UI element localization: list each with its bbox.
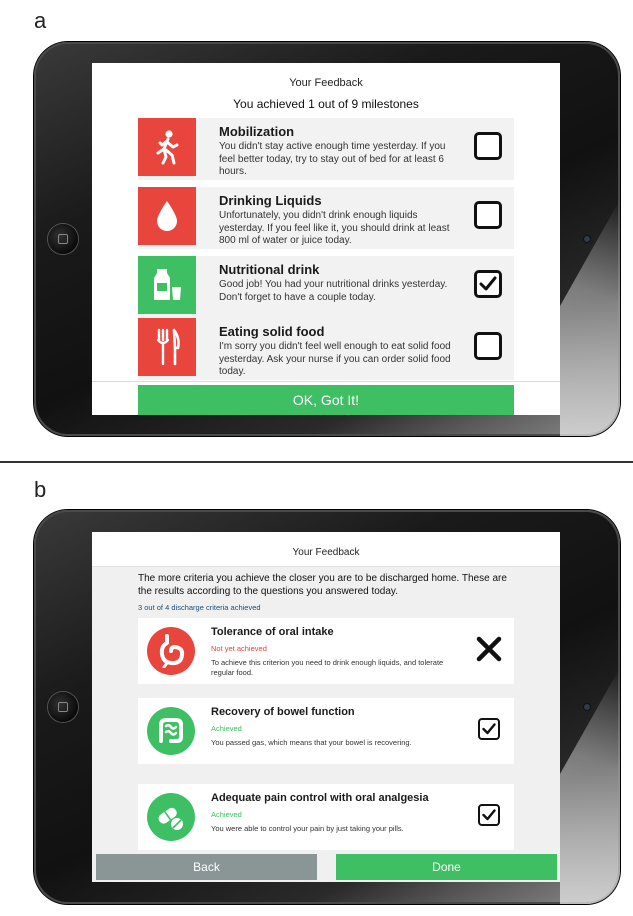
milestone-checkbox[interactable] — [474, 332, 502, 360]
footer-divider — [92, 381, 560, 382]
criteria-count: 3 out of 4 discharge criteria achieved — [138, 603, 261, 612]
milestone-card-eating-solid-food: Eating solid food I'm sorry you didn't f… — [138, 318, 514, 380]
camera-icon — [584, 704, 590, 710]
status-badge: Achieved — [211, 724, 242, 733]
panel-divider — [0, 461, 633, 463]
criterion-checkbox[interactable] — [478, 804, 500, 826]
camera-icon — [584, 236, 590, 242]
milestone-checkbox[interactable] — [474, 201, 502, 229]
back-button[interactable]: Back — [96, 854, 317, 880]
intro-text: The more criteria you achieve the closer… — [138, 573, 507, 597]
milestone-card-drinking-liquids: Drinking Liquids Unfortunately, you didn… — [138, 187, 514, 249]
checkmark-icon — [479, 276, 497, 291]
tablet-device-a: Your Feedback You achieved 1 out of 9 mi… — [34, 42, 620, 436]
card-title: Nutritional drink — [219, 262, 320, 277]
criterion-title: Tolerance of oral intake — [211, 626, 334, 638]
card-description: You didn't stay active enough time yeste… — [219, 141, 446, 177]
criterion-title: Recovery of bowel function — [211, 706, 355, 718]
criterion-description: You passed gas, which means that your bo… — [211, 738, 412, 747]
criterion-description: You were able to control your pain by ju… — [211, 824, 404, 833]
milestone-checkbox[interactable] — [474, 132, 502, 160]
criterion-card-bowel-function: Recovery of bowel function Achieved You … — [138, 698, 514, 764]
card-description: Unfortunately, you didn't drink enough l… — [219, 210, 450, 246]
page-title: Your Feedback — [289, 77, 363, 89]
home-button[interactable] — [48, 224, 78, 254]
card-description: Good job! You had your nutritional drink… — [219, 279, 448, 303]
intestine-icon — [147, 707, 195, 755]
done-button[interactable]: Done — [336, 854, 557, 880]
card-title: Mobilization — [219, 124, 295, 139]
tablet-device-b: Your Feedback The more criteria you achi… — [34, 510, 620, 904]
pills-icon — [147, 793, 195, 841]
checkmark-icon — [482, 723, 496, 735]
screen-a: Your Feedback You achieved 1 out of 9 mi… — [92, 63, 560, 415]
screen-b: Your Feedback The more criteria you achi… — [92, 532, 560, 882]
card-title: Drinking Liquids — [219, 193, 322, 208]
criterion-card-oral-intake: Tolerance of oral intake Not yet achieve… — [138, 618, 514, 684]
card-title: Eating solid food — [219, 324, 325, 339]
walking-person-icon — [138, 118, 196, 176]
checkmark-icon — [482, 809, 496, 821]
criterion-description: To achieve this criterion you need to dr… — [211, 658, 444, 677]
milk-carton-icon — [138, 256, 196, 314]
status-badge: Not yet achieved — [211, 644, 267, 653]
tablet-gloss — [560, 199, 620, 436]
criterion-card-pain-control: Adequate pain control with oral analgesi… — [138, 784, 514, 850]
ok-got-it-button[interactable]: OK, Got It! — [138, 385, 514, 415]
tablet-gloss — [560, 667, 620, 904]
panel-label-a: a — [34, 8, 47, 33]
panel-label-b: b — [34, 477, 47, 502]
fork-knife-icon — [138, 318, 196, 376]
milestone-checkbox[interactable] — [474, 270, 502, 298]
water-drop-icon — [138, 187, 196, 245]
status-badge: Achieved — [211, 810, 242, 819]
x-mark-icon — [476, 636, 502, 662]
criterion-title: Adequate pain control with oral analgesi… — [211, 792, 429, 804]
milestone-summary: You achieved 1 out of 9 milestones — [233, 97, 419, 111]
milestone-card-nutritional-drink: Nutritional drink Good job! You had your… — [138, 256, 514, 318]
page-title: Your Feedback — [292, 547, 360, 558]
criterion-checkbox[interactable] — [478, 718, 500, 740]
milestone-card-mobilization: Mobilization You didn't stay active enou… — [138, 118, 514, 180]
home-button[interactable] — [48, 692, 78, 722]
card-description: I'm sorry you didn't feel well enough to… — [219, 341, 451, 377]
stomach-icon — [147, 627, 195, 675]
